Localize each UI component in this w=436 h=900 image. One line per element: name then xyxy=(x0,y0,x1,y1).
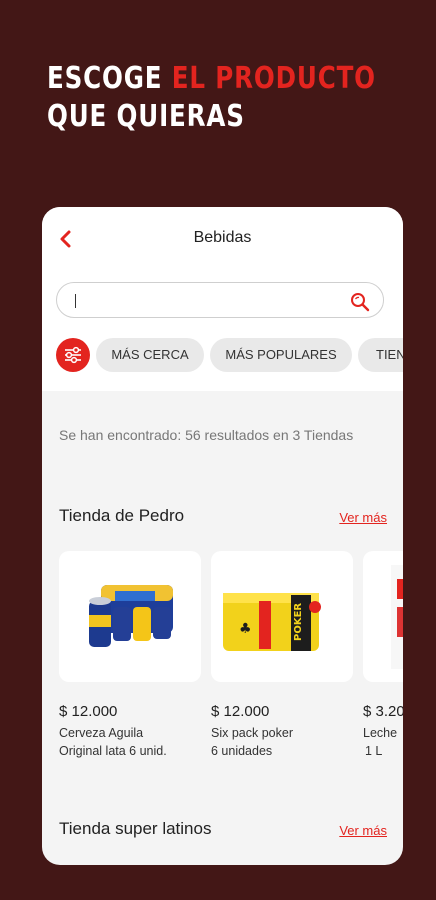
beer-six-pack-image xyxy=(89,585,173,647)
product-name-line-1: Cerveza Aguila xyxy=(59,726,144,740)
product-name: Cerveza Aguila Original lata 6 unid. xyxy=(59,724,167,760)
product-name-line-2: 6 unidades xyxy=(211,744,273,758)
chip-tiendas[interactable]: TIEN xyxy=(358,338,403,372)
product-name-line-2: Original lata 6 unid. xyxy=(59,744,167,758)
product-name-line-2: 1 L xyxy=(365,744,383,758)
product-card[interactable] xyxy=(363,551,403,682)
headline-white-text: ESCOGE xyxy=(47,61,163,96)
see-more-link[interactable]: Ver más xyxy=(339,823,387,838)
product-price: $ 12.000 xyxy=(211,703,270,720)
product-name: Six pack poker 6 unidades xyxy=(211,724,293,760)
phone-screen: Bebidas MÁS CERCA MÁS POPULARES TIEN Se … xyxy=(42,207,403,865)
headline-accent-text: EL PRODUCTO xyxy=(171,61,376,96)
milk-carton-image xyxy=(391,565,403,669)
svg-text:POKER: POKER xyxy=(293,603,304,641)
store-title: Tienda de Pedro xyxy=(59,506,185,525)
product-name: Leche 1 L xyxy=(363,724,397,760)
headline-line-1: ESCOGE EL PRODUCTO xyxy=(47,60,376,98)
see-more-link[interactable]: Ver más xyxy=(339,510,387,525)
store-title: Tienda super latinos xyxy=(59,819,212,838)
product-name-line-1: Six pack poker xyxy=(211,726,293,740)
promo-headline: ESCOGE EL PRODUCTO QUE QUIERAS xyxy=(47,60,376,136)
search-input[interactable] xyxy=(71,290,331,312)
search-icon[interactable] xyxy=(349,291,371,313)
app-header: Bebidas MÁS CERCA MÁS POPULARES TIEN xyxy=(42,207,403,391)
product-price: $ 12.000 xyxy=(59,703,118,720)
chip-mas-populares[interactable]: MÁS POPULARES xyxy=(210,338,352,372)
product-card[interactable]: POKER ♣ xyxy=(211,551,353,682)
page-title: Bebidas xyxy=(193,229,252,246)
search-bar[interactable] xyxy=(56,282,384,318)
svg-text:♣: ♣ xyxy=(239,621,252,637)
poker-six-pack-image: POKER ♣ xyxy=(223,593,321,651)
product-name-line-1: Leche xyxy=(363,726,398,740)
chip-mas-cerca[interactable]: MÁS CERCA xyxy=(96,338,204,372)
filter-button[interactable] xyxy=(56,338,90,372)
product-card[interactable] xyxy=(59,551,201,682)
filter-sliders-icon xyxy=(65,346,81,364)
headline-line-2: QUE QUIERAS xyxy=(47,99,245,134)
product-price: $ 3.20 xyxy=(363,703,403,720)
results-count: Se han encontrado: 56 resultados en 3 Ti… xyxy=(59,427,354,443)
